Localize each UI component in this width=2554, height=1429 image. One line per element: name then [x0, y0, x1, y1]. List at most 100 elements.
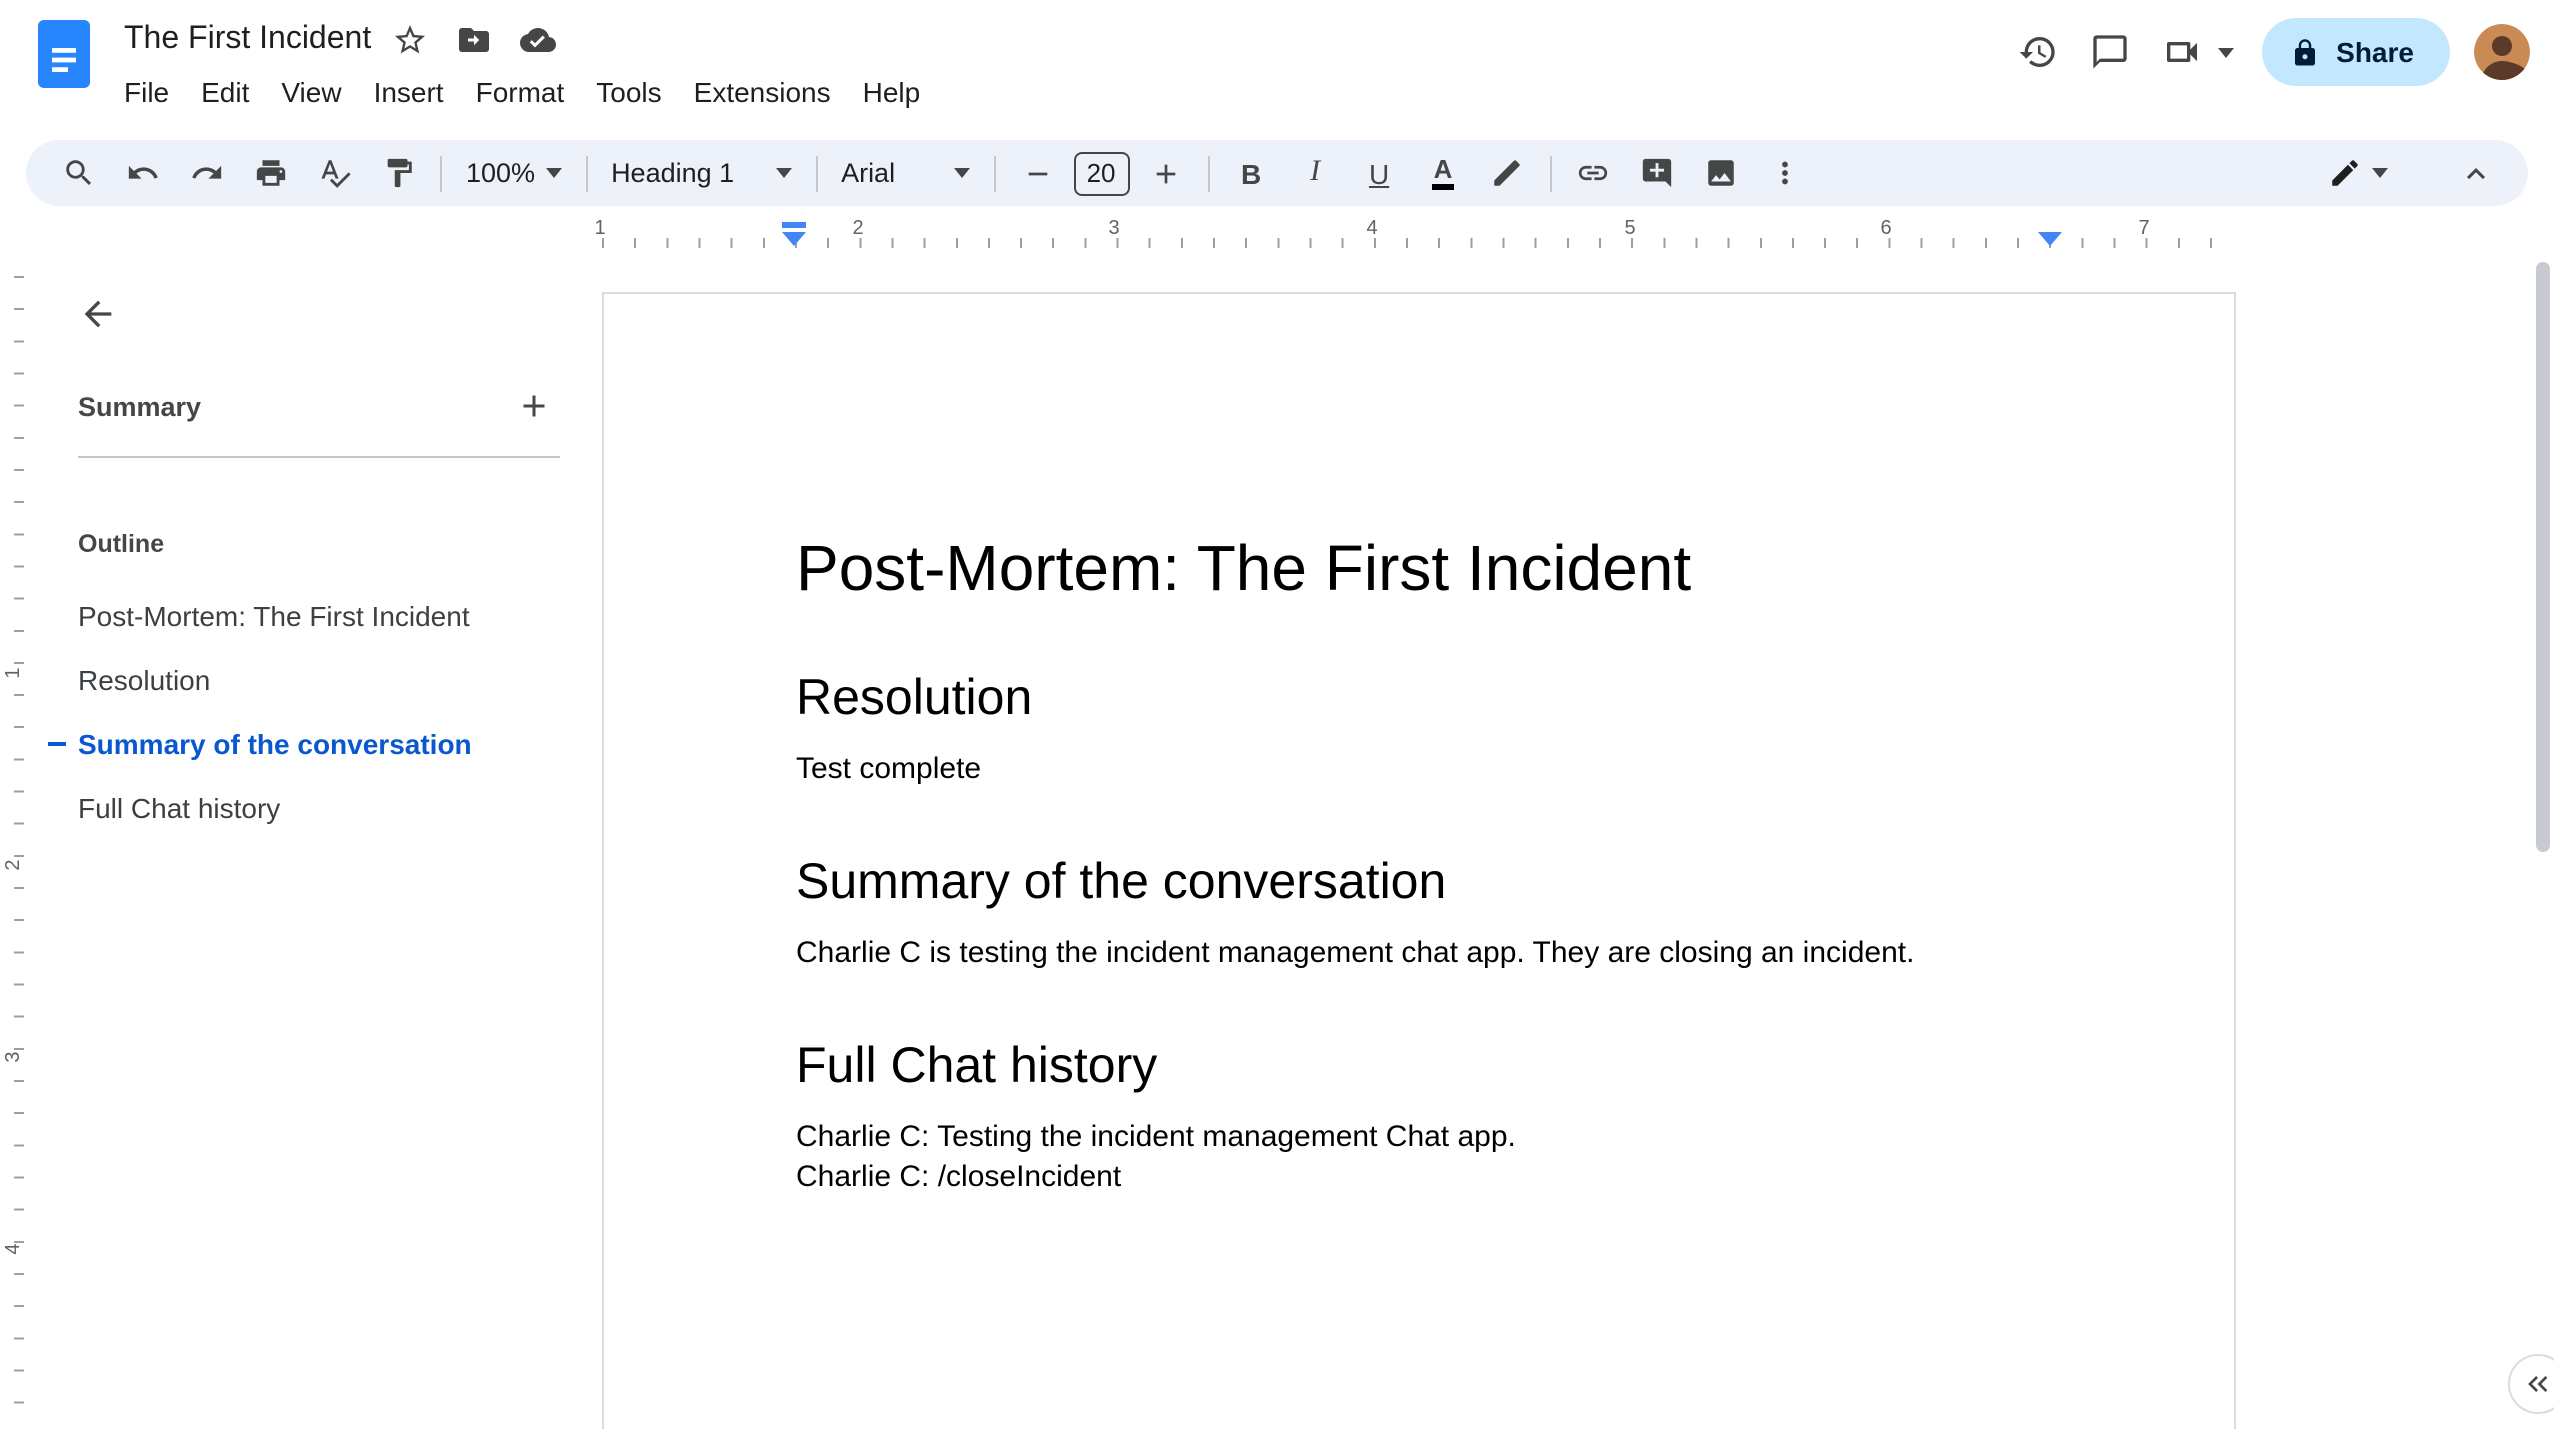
move-folder-icon[interactable] — [447, 14, 499, 66]
editing-mode-select[interactable] — [2314, 147, 2402, 199]
toolbar-separator — [440, 155, 442, 191]
toolbar-separator — [1549, 155, 1552, 191]
chevron-down-icon[interactable] — [2218, 47, 2235, 65]
toolbar-separator — [993, 155, 996, 191]
add-comment-icon[interactable] — [1627, 147, 1687, 199]
cloud-status-icon[interactable] — [511, 14, 563, 66]
doc-paragraph[interactable]: Charlie C is testing the incident manage… — [796, 934, 2042, 974]
doc-paragraph[interactable]: Test complete — [796, 750, 2042, 790]
close-outline-icon[interactable] — [62, 278, 134, 350]
outline-item[interactable]: Resolution — [32, 648, 568, 712]
paint-format-icon[interactable] — [368, 147, 428, 199]
menu-item-help[interactable]: Help — [847, 70, 937, 114]
comments-icon[interactable] — [2074, 16, 2146, 88]
ruler-label: 4 — [1366, 218, 1378, 240]
pencil-icon — [2332, 160, 2358, 186]
ruler-label: 2 — [3, 859, 25, 871]
underline-button[interactable]: U — [1349, 147, 1409, 199]
menu-item-tools[interactable]: Tools — [580, 70, 677, 114]
menu-item-view[interactable]: View — [265, 70, 357, 114]
chevron-down-icon — [775, 168, 792, 186]
add-summary-icon[interactable] — [508, 380, 560, 432]
text-color-letter: A — [1431, 155, 1455, 190]
menu-item-extensions[interactable]: Extensions — [678, 70, 847, 114]
google-docs-app: The First Incident File Edit View Insert… — [0, 0, 2554, 1429]
increase-font-size-icon[interactable] — [1135, 147, 1195, 199]
header: The First Incident File Edit View Insert… — [0, 0, 2554, 140]
outline-item[interactable]: Post-Mortem: The First Incident — [32, 584, 568, 648]
summary-heading: Summary — [78, 391, 202, 421]
doc-section-heading[interactable]: Full Chat history — [796, 1038, 2042, 1096]
ruler-label: 4 — [3, 1243, 25, 1255]
toolbar-separator — [815, 155, 818, 191]
ruler-ticks — [602, 238, 2236, 248]
document-title[interactable]: The First Incident — [124, 22, 371, 58]
left-indent-marker[interactable] — [782, 232, 806, 246]
redo-icon[interactable] — [176, 147, 236, 199]
title-block: The First Incident File Edit View Insert… — [124, 16, 936, 114]
font-select[interactable]: Arial — [827, 147, 983, 199]
paragraph-style-select[interactable]: Heading 1 — [597, 147, 805, 199]
menu-item-edit[interactable]: Edit — [185, 70, 265, 114]
hide-menus-icon[interactable] — [2446, 147, 2506, 199]
toolbar-separator — [1207, 155, 1210, 191]
share-button[interactable]: Share — [2262, 18, 2450, 86]
ruler-label: 5 — [1624, 218, 1636, 240]
ruler-label: 3 — [1108, 218, 1120, 240]
ruler-label: 6 — [1880, 218, 1892, 240]
double-chevron-left-icon — [2528, 1376, 2548, 1392]
decrease-font-size-icon[interactable] — [1007, 147, 1067, 199]
font-size-input[interactable]: 20 — [1073, 151, 1130, 195]
doc-section-heading[interactable]: Summary of the conversation — [796, 854, 2042, 912]
chevron-down-icon — [2372, 168, 2388, 186]
menu-item-format[interactable]: Format — [460, 70, 581, 114]
doc-paragraph[interactable]: Charlie C: /closeIncident — [796, 1158, 2042, 1198]
ruler-label: 3 — [3, 1051, 25, 1063]
account-avatar[interactable] — [2474, 24, 2530, 80]
highlight-color-icon[interactable] — [1477, 147, 1537, 199]
version-history-icon[interactable] — [2002, 16, 2074, 88]
undo-icon[interactable] — [112, 147, 172, 199]
document-page[interactable]: Post-Mortem: The First Incident Resoluti… — [602, 292, 2236, 1429]
search-menus-icon[interactable] — [48, 147, 108, 199]
toolbar: 100% Heading 1 Arial 20 B I U A — [26, 140, 2528, 206]
first-line-indent-marker[interactable] — [782, 222, 806, 228]
outline-item[interactable]: Full Chat history — [32, 776, 568, 840]
print-icon[interactable] — [240, 147, 300, 199]
vertical-scrollbar[interactable] — [2536, 262, 2550, 852]
ruler-label: 1 — [594, 218, 606, 240]
spellcheck-icon[interactable] — [304, 147, 364, 199]
more-options-icon[interactable] — [1755, 147, 1815, 199]
doc-title-heading[interactable]: Post-Mortem: The First Incident — [796, 530, 2042, 606]
chevron-down-icon — [545, 168, 562, 186]
menubar: File Edit View Insert Format Tools Exten… — [108, 70, 936, 114]
outline-sidebar: Summary Outline Post-Mortem: The First I… — [32, 256, 602, 1429]
text-color-button[interactable]: A — [1413, 147, 1473, 199]
header-actions: Share — [2002, 16, 2530, 88]
star-icon[interactable] — [383, 14, 435, 66]
horizontal-ruler: 1 2 3 4 5 6 7 — [0, 214, 2554, 256]
insert-image-icon[interactable] — [1691, 147, 1751, 199]
paragraph-style-value: Heading 1 — [611, 158, 735, 188]
italic-button[interactable]: I — [1285, 147, 1345, 199]
right-indent-marker[interactable] — [2038, 232, 2062, 246]
bold-button[interactable]: B — [1221, 147, 1281, 199]
share-label: Share — [2336, 36, 2414, 68]
ruler-label: 7 — [2138, 218, 2150, 240]
meet-button[interactable] — [2146, 16, 2235, 88]
menu-item-insert[interactable]: Insert — [358, 70, 460, 114]
vertical-ruler: 1 2 3 4 — [0, 256, 32, 1429]
ruler-label: 2 — [852, 218, 864, 240]
menu-item-file[interactable]: File — [108, 70, 185, 114]
docs-logo-icon[interactable] — [38, 20, 90, 88]
outline-list: Post-Mortem: The First Incident Resoluti… — [32, 584, 568, 840]
outline-heading: Outline — [78, 530, 165, 558]
doc-paragraph[interactable]: Charlie C: Testing the incident manageme… — [796, 1118, 2042, 1158]
videocam-icon[interactable] — [2146, 16, 2218, 88]
outline-item-active[interactable]: Summary of the conversation — [32, 712, 568, 776]
zoom-value: 100% — [466, 158, 536, 188]
chevron-down-icon — [953, 168, 970, 186]
doc-section-heading[interactable]: Resolution — [796, 670, 2042, 728]
insert-link-icon[interactable] — [1563, 147, 1623, 199]
zoom-select[interactable]: 100% — [452, 147, 575, 199]
